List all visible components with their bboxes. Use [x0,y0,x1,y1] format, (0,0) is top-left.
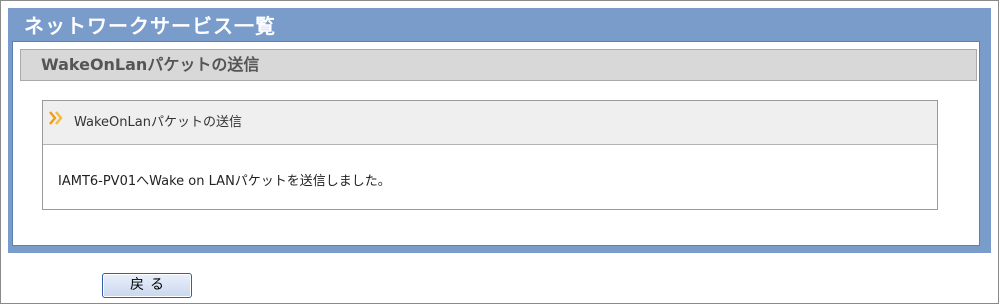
page-frame: ネットワークサービス一覧 WakeOnLanパケットの送信 WakeOnLanパ… [0,0,999,304]
wol-result-title: WakeOnLanパケットの送信 [74,115,242,130]
wol-result-header: WakeOnLanパケットの送信 [43,101,937,145]
section-header: WakeOnLanパケットの送信 [20,49,977,81]
wol-result-message: IAMT6-PV01へWake on LANパケットを送信しました。 [58,174,391,189]
wol-result-box: WakeOnLanパケットの送信 IAMT6-PV01へWake on LANパ… [42,100,938,210]
double-chevron-right-icon [49,110,67,125]
section-title: WakeOnLanパケットの送信 [41,55,260,74]
back-button[interactable]: 戻る [102,273,192,298]
page-title: ネットワークサービス一覧 [24,14,276,38]
